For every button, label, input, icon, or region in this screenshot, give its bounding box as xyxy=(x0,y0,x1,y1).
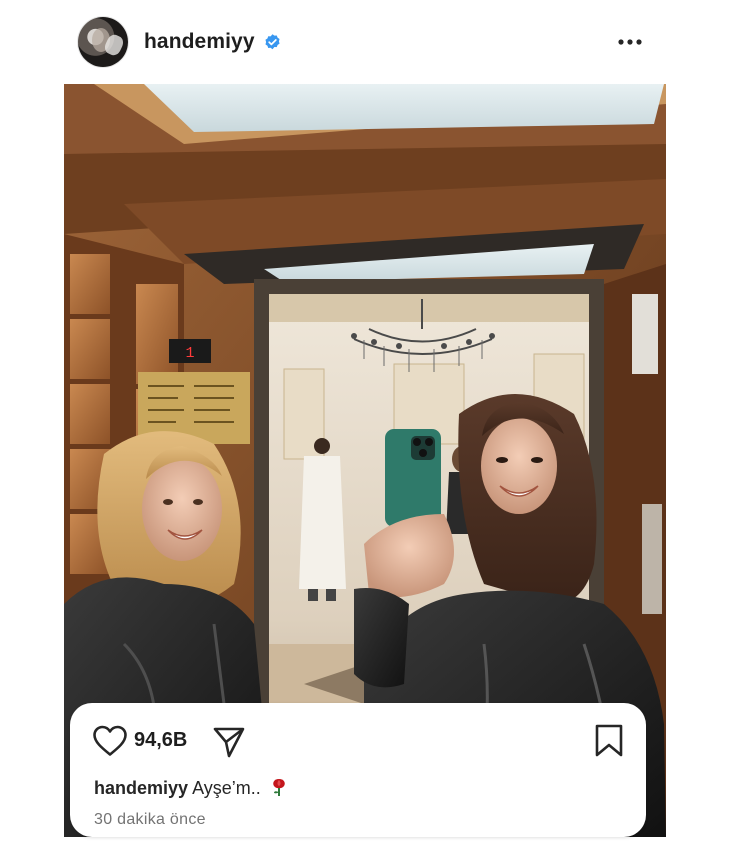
post-caption: handemiyy Ayşe’m.. xyxy=(94,777,288,799)
bookmark-icon[interactable] xyxy=(594,724,624,758)
likes-count[interactable]: 94,6B xyxy=(134,729,187,752)
heart-icon[interactable] xyxy=(92,725,128,757)
more-options-icon[interactable] xyxy=(616,32,644,52)
post-actions-card: 94,6B handemiyy Ayşe’m.. 30 dakika önce xyxy=(70,703,646,837)
caption-username[interactable]: handemiyy xyxy=(94,778,188,798)
paper-plane-icon[interactable] xyxy=(212,725,246,759)
rose-icon xyxy=(272,779,285,796)
caption-text: Ayşe’m.. xyxy=(192,778,261,798)
verified-badge-icon xyxy=(265,34,280,50)
post-username[interactable]: handemiyy xyxy=(144,30,255,54)
post-header: handemiyy xyxy=(64,0,666,84)
floor-display-text: 1 xyxy=(185,345,194,362)
post-timestamp: 30 dakika önce xyxy=(94,811,206,828)
profile-avatar[interactable] xyxy=(78,17,128,67)
